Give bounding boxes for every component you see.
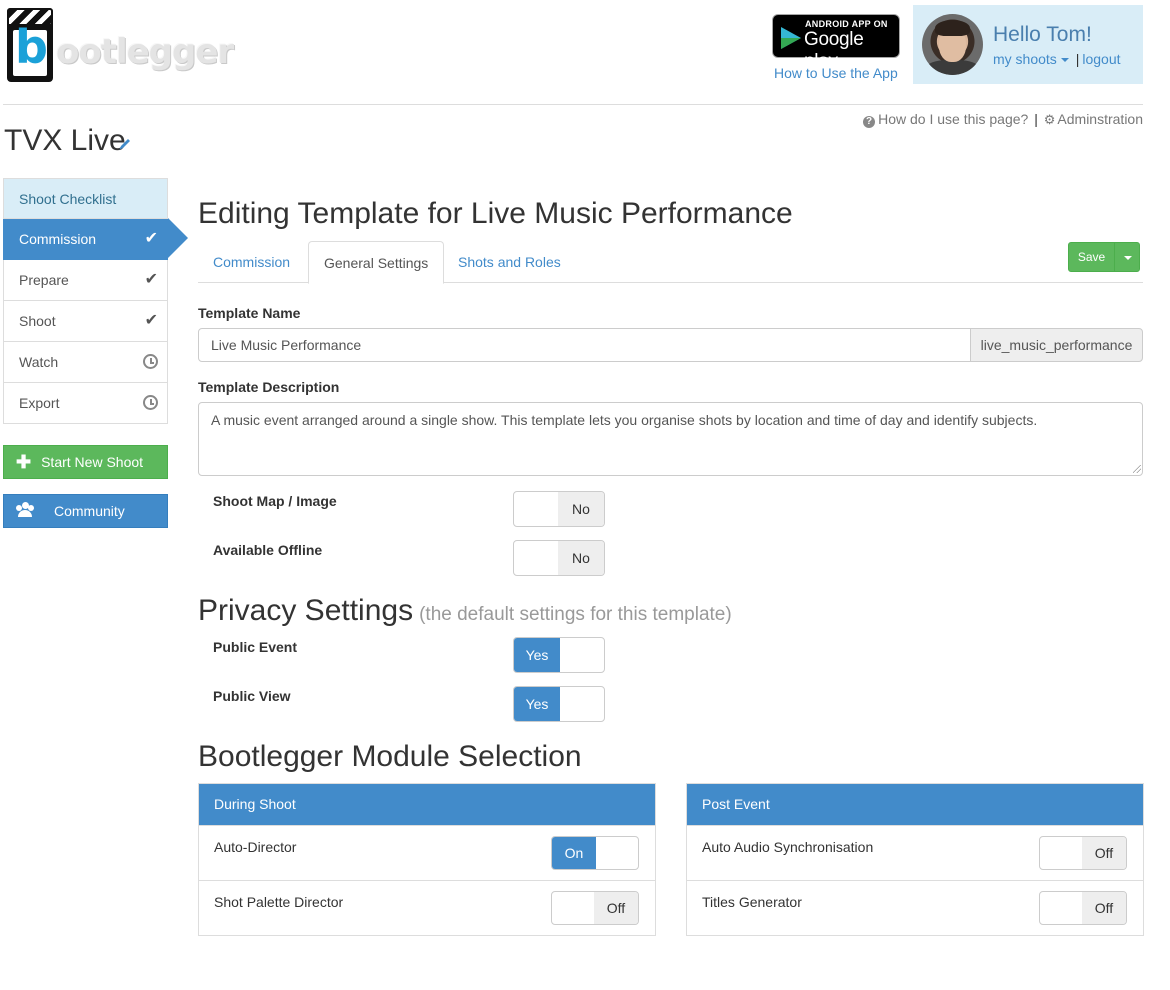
sidebar-item-export[interactable]: Export <box>3 383 168 424</box>
module-label: Auto Audio Synchronisation <box>702 839 874 855</box>
shoot-map-toggle[interactable]: No <box>513 491 605 527</box>
module-row-titles-generator: Titles Generator Off <box>687 880 1143 935</box>
logo-letter: b <box>15 20 48 74</box>
module-row-shot-palette-director: Shot Palette Director Off <box>199 880 655 935</box>
sidebar-item-label: Shoot Checklist <box>19 191 117 207</box>
shoot-map-label: Shoot Map / Image <box>213 493 337 509</box>
sidebar-item-label: Commission <box>19 231 97 247</box>
module-row-auto-director: Auto-Director On <box>199 825 655 880</box>
during-shoot-panel: During Shoot Auto-Director On Shot Palet… <box>198 783 656 936</box>
toggle-off-label: Off <box>1082 837 1126 869</box>
sidebar-item-prepare[interactable]: Prepare ✔ <box>3 260 168 301</box>
module-label: Titles Generator <box>702 894 802 910</box>
sidebar-item-shoot-checklist[interactable]: Shoot Checklist <box>3 178 168 219</box>
how-to-use-app-link[interactable]: How to Use the App <box>774 65 898 81</box>
toggle-off-label: Off <box>594 892 638 924</box>
tab-general-settings[interactable]: General Settings <box>308 241 445 284</box>
module-row-auto-audio-sync: Auto Audio Synchronisation Off <box>687 825 1143 880</box>
save-dropdown-toggle[interactable] <box>1114 242 1140 272</box>
editor-tabs: Commission General Settings Shots and Ro… <box>198 241 1143 284</box>
google-play-small-text: ANDROID APP ON <box>805 19 888 29</box>
save-button[interactable]: Save <box>1068 242 1115 272</box>
auto-audio-sync-toggle[interactable]: Off <box>1039 836 1127 870</box>
user-panel: Hello Tom! my shoots | logout <box>913 5 1143 84</box>
template-slug-addon: live_music_performance <box>970 328 1143 362</box>
shot-palette-director-toggle[interactable]: Off <box>551 891 639 925</box>
editor-title: Editing Template for Live Music Performa… <box>198 197 793 230</box>
available-offline-label: Available Offline <box>213 542 323 558</box>
module-label: Shot Palette Director <box>214 894 344 910</box>
caret-down-icon[interactable] <box>1060 58 1069 63</box>
separator: | <box>1075 51 1080 67</box>
toggle-off-label: No <box>558 541 604 575</box>
public-event-toggle[interactable]: Yes <box>513 637 605 673</box>
administration-link[interactable]: Adminstration <box>1057 111 1143 127</box>
play-store-icon-lower <box>781 38 801 49</box>
titles-generator-toggle[interactable]: Off <box>1039 891 1127 925</box>
check-icon: ✔ <box>144 312 158 329</box>
during-shoot-heading: During Shoot <box>199 784 655 825</box>
help-link[interactable]: How do I use this page? <box>878 111 1028 127</box>
public-view-label: Public View <box>213 688 291 704</box>
resize-grip-icon[interactable] <box>1133 465 1141 473</box>
community-button[interactable]: Community <box>3 494 168 528</box>
clock-icon <box>143 354 158 370</box>
my-shoots-dropdown[interactable]: my shoots <box>993 51 1057 67</box>
privacy-settings-heading: Privacy Settings (the default settings fo… <box>198 594 732 628</box>
greeting: Hello Tom! <box>993 23 1092 46</box>
toggle-on-label: On <box>552 837 596 869</box>
start-new-shoot-button[interactable]: ✚ Start New Shoot <box>3 445 168 479</box>
sidebar-item-commission[interactable]: Commission ✔ <box>3 218 188 260</box>
start-new-shoot-label: Start New Shoot <box>41 454 144 470</box>
page-title: TVX Live <box>4 124 126 157</box>
google-play-badge[interactable]: ANDROID APP ON Google play <box>772 14 900 72</box>
module-label: Auto-Director <box>214 839 297 855</box>
sidebar-item-shoot[interactable]: Shoot ✔ <box>3 301 168 342</box>
available-offline-toggle[interactable]: No <box>513 540 605 576</box>
sidebar-item-label: Shoot <box>19 313 56 329</box>
template-description-textarea[interactable]: A music event arranged around a single s… <box>198 402 1143 476</box>
community-label: Community <box>54 503 125 519</box>
module-selection-heading: Bootlegger Module Selection <box>198 740 582 773</box>
public-view-toggle[interactable]: Yes <box>513 686 605 722</box>
help-separator: | <box>1034 111 1038 127</box>
logo-text: ootlegger <box>56 32 234 72</box>
public-event-label: Public Event <box>213 639 298 655</box>
avatar <box>922 14 983 75</box>
help-bar: ? How do I use this page? | ⚙ Adminstratio… <box>863 111 1143 128</box>
bootlegger-logo[interactable]: b ootlegger <box>4 6 234 84</box>
clapperboard-icon: b <box>7 8 53 82</box>
header-divider <box>3 104 1143 105</box>
sidebar-item-label: Export <box>19 395 60 411</box>
toggle-off-label: No <box>558 492 604 526</box>
post-event-panel: Post Event Auto Audio Synchronisation Of… <box>686 783 1144 936</box>
toggle-off-label: Off <box>1082 892 1126 924</box>
tab-shots-and-roles[interactable]: Shots and Roles <box>443 241 576 283</box>
plus-icon: ✚ <box>16 452 32 472</box>
sidebar-nav: Shoot Checklist Commission ✔ Prepare ✔ S… <box>3 178 188 424</box>
users-icon <box>16 502 34 517</box>
toggle-on-label: Yes <box>514 638 560 672</box>
tab-commission[interactable]: Commission <box>198 241 305 283</box>
template-name-group: live_music_performance <box>198 328 1143 362</box>
check-icon: ✔ <box>144 230 158 247</box>
template-description-label: Template Description <box>198 379 340 395</box>
auto-director-toggle[interactable]: On <box>551 836 639 870</box>
logout-link[interactable]: logout <box>1082 51 1120 67</box>
check-icon: ✔ <box>144 271 158 288</box>
sidebar-item-label: Prepare <box>19 272 69 288</box>
privacy-subtitle: (the default settings for this template) <box>419 604 732 625</box>
template-name-label: Template Name <box>198 305 301 321</box>
privacy-title: Privacy Settings <box>198 594 414 627</box>
sidebar-item-label: Watch <box>19 354 59 370</box>
sidebar-item-watch[interactable]: Watch <box>3 342 168 383</box>
template-name-input[interactable] <box>198 328 971 362</box>
user-links: my shoots | logout <box>993 51 1121 67</box>
toggle-on-label: Yes <box>514 687 560 721</box>
post-event-heading: Post Event <box>687 784 1143 825</box>
gear-icon: ⚙ <box>1043 112 1056 127</box>
pencil-icon[interactable] <box>118 137 132 151</box>
question-circle-icon: ? <box>863 116 876 128</box>
clock-icon <box>143 395 158 411</box>
